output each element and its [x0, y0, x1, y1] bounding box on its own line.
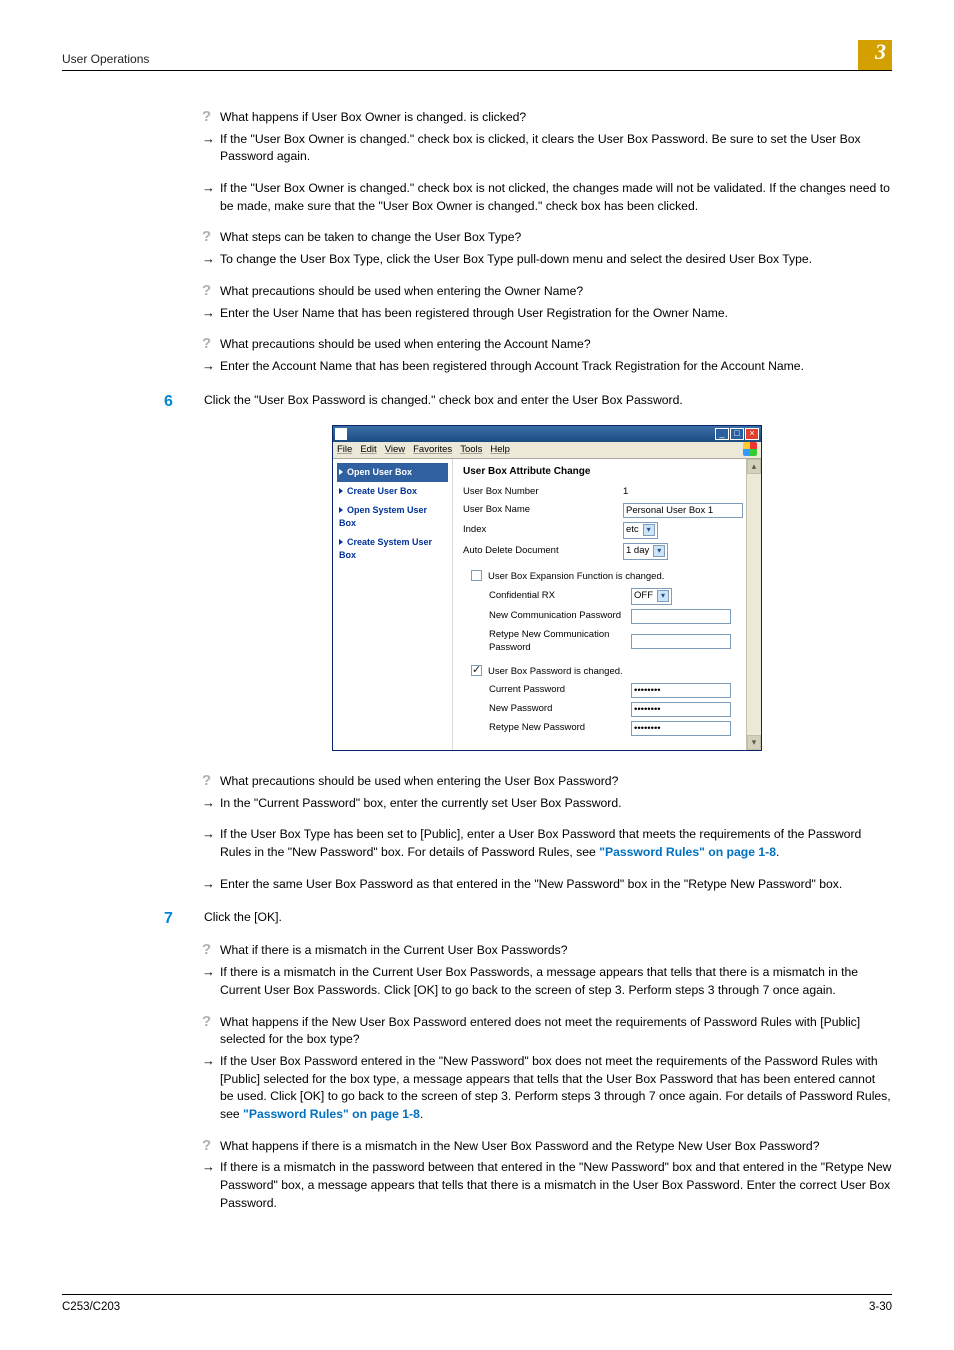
input-retype-comm-pw[interactable] [631, 634, 731, 649]
arrow-icon: → [202, 251, 220, 269]
app-icon [335, 428, 347, 440]
question-icon: ? [202, 109, 220, 127]
menu-edit[interactable]: Edit [360, 443, 376, 457]
question-icon: ? [202, 942, 220, 960]
label-new-comm-pw: New Communication Password [489, 609, 631, 623]
arrow-icon: → [202, 358, 220, 376]
question-icon: ? [202, 336, 220, 354]
label-user-box-number: User Box Number [463, 485, 623, 499]
arrow-icon: → [202, 795, 220, 813]
question-icon: ? [202, 773, 220, 791]
nav-create-system-user-box[interactable]: Create System User Box [337, 533, 448, 565]
minimize-icon[interactable]: _ [715, 428, 729, 440]
question-icon: ? [202, 229, 220, 247]
arrow-icon: → [202, 964, 220, 999]
close-icon[interactable]: × [745, 428, 759, 440]
input-new-comm-pw[interactable] [631, 609, 731, 624]
label-current-password: Current Password [489, 683, 631, 697]
menu-tools[interactable]: Tools [460, 443, 482, 457]
value-user-box-number: 1 [623, 485, 628, 499]
label-user-box-name: User Box Name [463, 503, 623, 517]
answer-text: Enter the same User Box Password as that… [220, 876, 892, 894]
question-text: What happens if the New User Box Passwor… [220, 1014, 892, 1049]
arrow-icon: → [202, 1159, 220, 1212]
arrow-icon: → [202, 826, 220, 861]
embedded-screenshot: _ □ × File Edit View Favorites Tools Hel… [332, 425, 762, 751]
step-text: Click the "User Box Password is changed.… [204, 390, 892, 413]
chapter-number: 3 [875, 36, 886, 68]
question-text: What precautions should be used when ent… [220, 283, 892, 301]
nav-open-user-box[interactable]: Open User Box [337, 463, 448, 482]
answer-text: If there is a mismatch in the password b… [220, 1159, 892, 1212]
label-retype-comm-pw: Retype New Communication Password [489, 628, 631, 656]
label-confidential-rx: Confidential RX [489, 589, 631, 603]
nav-create-user-box[interactable]: Create User Box [337, 482, 448, 501]
label-password-changed: User Box Password is changed. [488, 665, 623, 679]
question-icon: ? [202, 1014, 220, 1049]
browser-menubar: File Edit View Favorites Tools Help [333, 442, 761, 459]
step-number: 6 [162, 390, 204, 413]
scrollbar[interactable] [746, 459, 761, 750]
question-text: What happens if there is a mismatch in t… [220, 1138, 892, 1156]
answer-text: Enter the Account Name that has been reg… [220, 358, 892, 376]
chevron-down-icon: ▾ [643, 524, 655, 536]
footer-model: C253/C203 [62, 1299, 869, 1316]
chevron-down-icon: ▾ [653, 545, 665, 557]
label-expansion: User Box Expansion Function is changed. [488, 570, 664, 584]
link-password-rules[interactable]: "Password Rules" on page 1-8 [243, 1107, 420, 1121]
checkbox-expansion[interactable] [471, 570, 482, 581]
menu-file[interactable]: File [337, 443, 352, 457]
label-new-password: New Password [489, 702, 631, 716]
question-text: What precautions should be used when ent… [220, 773, 892, 791]
label-auto-delete: Auto Delete Document [463, 544, 623, 558]
question-icon: ? [202, 283, 220, 301]
answer-text: If the User Box Password entered in the … [220, 1053, 892, 1124]
checkbox-password-changed[interactable] [471, 665, 482, 676]
running-header: User Operations [62, 51, 858, 68]
arrow-icon: → [202, 180, 220, 215]
answer-text: To change the User Box Type, click the U… [220, 251, 892, 269]
question-icon: ? [202, 1138, 220, 1156]
maximize-icon[interactable]: □ [730, 428, 744, 440]
footer-page: 3-30 [869, 1299, 892, 1316]
input-current-password[interactable] [631, 683, 731, 698]
windows-logo-icon [743, 442, 759, 458]
window-titlebar: _ □ × [333, 426, 761, 442]
select-confidential-rx[interactable]: OFF▾ [631, 588, 672, 605]
link-password-rules[interactable]: "Password Rules" on page 1-8 [599, 845, 776, 859]
arrow-icon: → [202, 305, 220, 323]
question-text: What happens if User Box Owner is change… [220, 109, 892, 127]
step-text: Click the [OK]. [204, 907, 892, 930]
label-retype-password: Retype New Password [489, 721, 631, 735]
chevron-down-icon: ▾ [657, 590, 669, 602]
menu-favorites[interactable]: Favorites [413, 443, 452, 457]
input-retype-password[interactable] [631, 721, 731, 736]
panel-title: User Box Attribute Change [463, 465, 743, 480]
nav-open-system-user-box[interactable]: Open System User Box [337, 501, 448, 533]
answer-text: If the User Box Type has been set to [Pu… [220, 826, 892, 861]
question-text: What steps can be taken to change the Us… [220, 229, 892, 247]
select-index[interactable]: etc▾ [623, 522, 658, 539]
menu-help[interactable]: Help [490, 443, 510, 457]
answer-text: In the "Current Password" box, enter the… [220, 795, 892, 813]
answer-text: If the "User Box Owner is changed." chec… [220, 180, 892, 215]
answer-text: If there is a mismatch in the Current Us… [220, 964, 892, 999]
step-number: 7 [162, 907, 204, 930]
answer-text: If the "User Box Owner is changed." chec… [220, 131, 892, 166]
menu-view[interactable]: View [385, 443, 405, 457]
answer-text: Enter the User Name that has been regist… [220, 305, 892, 323]
arrow-icon: → [202, 876, 220, 894]
input-new-password[interactable] [631, 702, 731, 717]
question-text: What if there is a mismatch in the Curre… [220, 942, 892, 960]
chapter-badge: 3 [858, 40, 892, 70]
side-nav: Open User Box Create User Box Open Syste… [333, 459, 453, 750]
arrow-icon: → [202, 1053, 220, 1124]
arrow-icon: → [202, 131, 220, 166]
label-index: Index [463, 523, 623, 537]
question-text: What precautions should be used when ent… [220, 336, 892, 354]
input-user-box-name[interactable] [623, 503, 743, 518]
select-auto-delete[interactable]: 1 day▾ [623, 543, 668, 560]
